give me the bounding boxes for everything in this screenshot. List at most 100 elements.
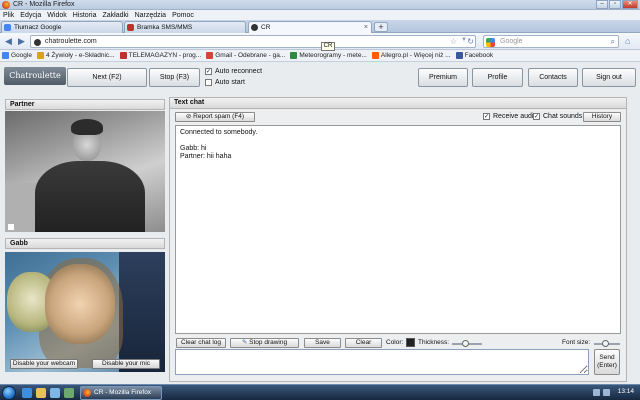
disable-mic-button[interactable]: Disable your mic [92,359,160,369]
search-icon[interactable]: ⌕ [611,37,615,47]
auto-start-box[interactable] [205,79,212,86]
page-content: Chatroulette Next (F2) Stop (F3) ✓ Auto … [0,62,640,384]
forward-icon[interactable]: ▶ [16,36,27,47]
tab-sms-gateway[interactable]: Bramka SMS/MMS [124,21,246,33]
font-size-slider-knob[interactable] [602,340,609,347]
bookmark-star-icon[interactable]: ☆ [450,37,457,46]
color-swatch[interactable] [406,338,415,347]
clear-chat-log-button[interactable]: Clear chat log [176,338,226,348]
contacts-button[interactable]: Contacts [528,68,578,87]
menu-narzedzia[interactable]: Narzędzia [135,12,167,19]
chat-log-line: Gabb: hi [180,145,207,152]
partner-video [5,111,165,232]
thickness-label: Thickness: [418,339,450,346]
search-bar[interactable]: Google ⌕ [483,35,619,48]
auto-start-checkbox[interactable]: Auto start [205,79,245,86]
elements-icon [36,52,44,59]
taskbar-firefox-task[interactable]: CR - Mozilla Firefox [80,386,162,400]
auto-reconnect-box[interactable]: ✓ [205,68,212,75]
profile-button[interactable]: Profile [472,68,523,87]
tab-label: Bramka SMS/MMS [137,24,193,31]
menu-plik[interactable]: Plik [3,12,14,19]
navigation-bar: ◀ ▶ chatroulette.com ☆ ▼ ↻ Google ⌕ ⌂ [0,33,640,50]
clear-drawing-button[interactable]: Clear [345,338,382,348]
receive-audio-checkbox[interactable]: ✓ Receive audio [483,113,537,120]
thickness-slider[interactable] [452,340,482,347]
save-drawing-button[interactable]: Save [304,338,341,348]
clock[interactable]: 13:14 [618,388,634,395]
close-tab-icon[interactable]: × [364,22,368,33]
tab-bar: Tłumacz Google Bramka SMS/MMS CR × + [0,20,640,33]
report-spam-button[interactable]: ⊘ Report spam (F4) [175,112,255,122]
chat-sounds-label: Chat sounds [543,113,583,120]
bookmark-meteorogramy[interactable]: Meteorogramy - mete... [290,52,367,59]
bookmark-google[interactable]: Google [2,52,32,59]
chat-sounds-box[interactable]: ✓ [533,113,540,120]
explorer-folder-icon[interactable] [36,388,46,398]
windows-taskbar: CR - Mozilla Firefox 13:14 [0,384,640,400]
google-search-engine-icon[interactable] [486,38,495,47]
partner-body [35,161,145,232]
chat-log: Connected to somebody. Gabb: hi Partner:… [175,125,621,334]
sign-out-button[interactable]: Sign out [582,68,636,87]
disable-webcam-button[interactable]: Disable your webcam [10,359,78,369]
send-label: Send [599,354,615,361]
media-player-icon[interactable] [50,388,60,398]
chat-log-line [180,137,616,145]
reload-icon[interactable]: ↻ [467,37,474,46]
facebook-icon [455,52,463,59]
receive-audio-box[interactable]: ✓ [483,113,490,120]
system-tray [590,389,610,396]
send-button[interactable]: Send (Enter) [594,349,620,375]
menu-pomoc[interactable]: Pomoc [172,12,194,19]
auto-reconnect-checkbox[interactable]: ✓ Auto reconnect [205,68,262,75]
internet-explorer-icon[interactable] [22,388,32,398]
network-icon[interactable] [593,389,600,396]
allegro-icon [371,52,379,59]
tab-google-translate[interactable]: Tłumacz Google [1,21,123,33]
menu-zakladki[interactable]: Zakładki [102,12,128,19]
url-bar[interactable]: chatroulette.com ☆ ▼ ↻ [30,35,476,48]
menu-historia[interactable]: Historia [73,12,97,19]
url-dropdown-icon[interactable]: ▼ [461,37,467,43]
tab-label: Tłumacz Google [14,24,62,31]
chatroulette-logo[interactable]: Chatroulette [4,67,66,85]
maximize-button[interactable]: ▫ [609,0,621,9]
start-button[interactable] [2,386,16,400]
bookmark-gmail[interactable]: Gmail - Odebrane - ga... [206,52,285,59]
back-icon[interactable]: ◀ [3,36,14,47]
google-translate-icon [4,24,11,31]
menu-widok[interactable]: Widok [47,12,66,19]
tab-cr[interactable]: CR × [248,21,372,33]
stop-drawing-button[interactable]: ✎ Stop drawing [230,338,299,348]
auto-reconnect-label: Auto reconnect [215,68,263,75]
new-tab-button[interactable]: + [374,22,388,32]
history-button[interactable]: History [583,112,621,122]
send-key-hint: (Enter) [597,362,617,369]
font-size-slider[interactable] [594,340,620,347]
menu-edycja[interactable]: Edycja [20,12,41,19]
sms-icon [127,24,134,31]
close-window-button[interactable]: ✕ [622,0,638,9]
partner-panel-title: Partner [5,99,165,110]
chat-sounds-checkbox[interactable]: ✓ Chat sounds [533,113,582,120]
volume-icon[interactable] [603,389,610,396]
home-icon[interactable]: ⌂ [625,36,630,46]
stop-button[interactable]: Stop (F3) [149,68,200,87]
minimize-button[interactable]: – [596,0,608,9]
next-button[interactable]: Next (F2) [67,68,147,87]
google-icon [2,52,9,59]
text-chat-title: Text chat [170,98,626,109]
tab-tooltip: CR [321,42,335,51]
premium-button[interactable]: Premium [418,68,468,87]
url-text: chatroulette.com [45,38,97,45]
thickness-slider-knob[interactable] [462,340,469,347]
bookmark-4-zywioly[interactable]: 4 Żywioły - e-Składnic... [36,52,115,59]
bookmark-telemagazyn[interactable]: TELEMAGAZYN - prog... [119,52,201,59]
app-icon[interactable] [64,388,74,398]
bookmark-facebook[interactable]: Facebook [455,52,493,59]
bookmark-allegro[interactable]: Allegro.pl - Więcej niż ... [371,52,451,59]
chat-message-input[interactable] [175,349,589,375]
self-panel-title: Gabb [5,238,165,249]
icm-icon [290,52,298,59]
